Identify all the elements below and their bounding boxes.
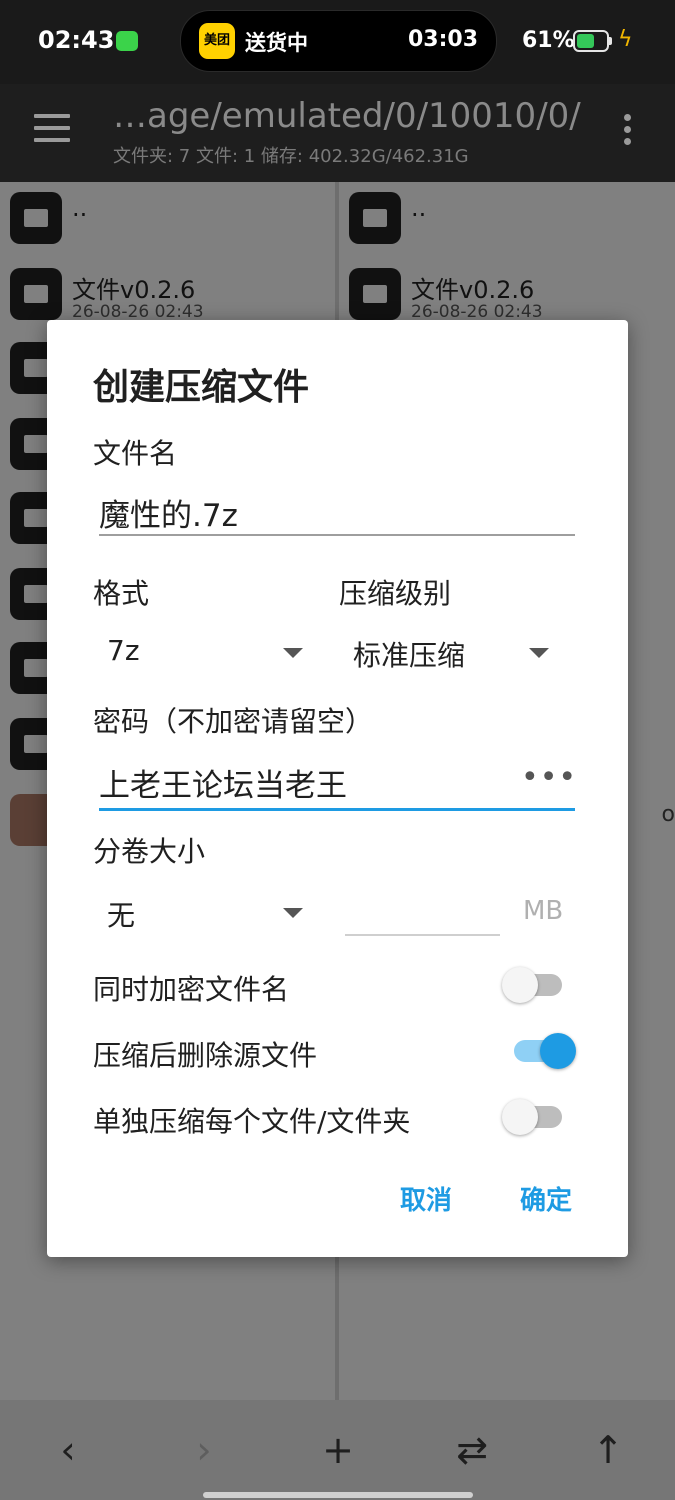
separate-archive-label: 单独压缩每个文件/文件夹 [93,1105,411,1138]
password-underline [99,808,575,811]
status-bar: 02:43 美团 送货中 03:03 61% ϟ [0,0,675,84]
bottom-nav: ‹ › + ⇄ ↑ [0,1400,675,1500]
dropdown-arrow-icon [283,908,303,918]
more-options-icon[interactable] [624,114,632,150]
meituan-app-icon: 美团 [199,23,235,59]
password-label: 密码（不加密请留空） [93,705,374,738]
notification-icon [116,31,138,51]
current-path: …age/emulated/0/10010/0/ [113,96,581,136]
split-unit: MB [523,896,564,926]
filename-label: 文件名 [93,437,178,470]
password-visibility-icon[interactable]: ••• [521,760,577,795]
password-input[interactable]: 上老王论坛当老王 [99,760,347,805]
split-label: 分卷大小 [93,835,206,868]
swap-panes-icon[interactable]: ⇄ [442,1428,502,1472]
create-archive-dialog: 创建压缩文件 文件名 魔性的.7z 格式 压缩级别 7z 标准压缩 密码（不加密… [47,320,628,1257]
cancel-button[interactable]: 取消 [400,1180,452,1217]
split-size-input[interactable] [345,934,500,936]
level-label: 压缩级别 [339,577,452,610]
path-info: 文件夹: 7 文件: 1 储存: 402.32G/462.31G [113,146,469,167]
home-indicator[interactable] [203,1492,473,1498]
forward-arrow-icon[interactable]: › [174,1428,234,1472]
format-label: 格式 [93,577,150,610]
hamburger-menu-icon[interactable] [34,114,70,142]
level-select[interactable]: 标准压缩 [345,622,549,682]
delivery-status: 送货中 [245,31,308,55]
filename-input[interactable]: 魔性的.7z [99,490,238,535]
folder-icon [349,192,401,244]
encrypt-names-label: 同时加密文件名 [93,973,290,1006]
add-icon[interactable]: + [308,1428,368,1472]
up-directory-icon[interactable]: ↑ [578,1428,638,1472]
back-arrow-icon[interactable]: ‹ [38,1428,98,1472]
folder-icon [349,268,401,320]
folder-icon [10,192,62,244]
dropdown-arrow-icon [529,648,549,658]
dropdown-arrow-icon [283,648,303,658]
battery-percent: 61% [522,28,575,53]
split-select[interactable]: 无 [99,882,303,942]
app-toolbar: …age/emulated/0/10010/0/ 文件夹: 7 文件: 1 储存… [0,84,675,182]
battery-icon [573,30,609,52]
separate-archive-toggle[interactable] [502,1096,564,1136]
delivery-timer: 03:03 [407,27,478,52]
delete-source-toggle[interactable] [502,1030,576,1070]
delete-source-label: 压缩后删除源文件 [93,1039,318,1072]
folder-icon [10,268,62,320]
format-select[interactable]: 7z [99,622,303,682]
dynamic-island[interactable]: 美团 送货中 03:03 [180,10,497,72]
dialog-title: 创建压缩文件 [93,367,310,408]
filename-underline [99,534,575,536]
clock: 02:43 [38,26,115,54]
charging-icon: ϟ [618,27,633,52]
list-item-text: o [661,802,675,827]
ok-button[interactable]: 确定 [520,1180,572,1217]
encrypt-names-toggle[interactable] [502,964,564,1004]
